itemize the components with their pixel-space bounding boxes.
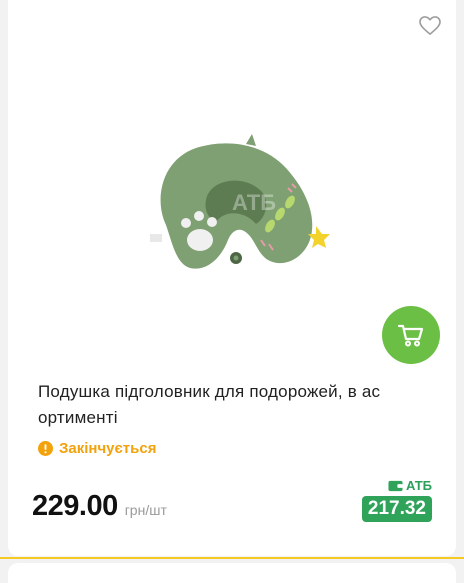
favorite-button[interactable] <box>416 12 444 40</box>
next-product-card <box>8 563 456 583</box>
product-title[interactable]: Подушка підголовник для подорожей, в ас … <box>38 379 428 431</box>
cart-icon <box>397 324 424 347</box>
wallet-icon <box>388 480 403 491</box>
price: 229.00 <box>32 490 118 522</box>
status-text: Закінчується <box>59 440 157 457</box>
price-row: 229.00 грн/шт <box>32 490 167 523</box>
promo-label-text: АТБ <box>405 478 432 493</box>
image-watermark: АТБ <box>232 190 276 215</box>
product-image[interactable]: АТБ <box>136 130 336 280</box>
stock-status: Закінчується <box>38 440 156 457</box>
promo-price-block: АТБ 217.32 <box>361 478 432 522</box>
heart-icon <box>419 16 441 35</box>
warning-icon <box>38 441 53 456</box>
card-divider <box>0 557 464 559</box>
promo-price: 217.32 <box>361 496 432 522</box>
add-to-cart-button[interactable] <box>382 306 440 364</box>
promo-label: АТБ <box>388 478 432 493</box>
product-card[interactable]: АТБ <box>8 0 456 556</box>
price-unit: грн/шт <box>124 502 167 518</box>
